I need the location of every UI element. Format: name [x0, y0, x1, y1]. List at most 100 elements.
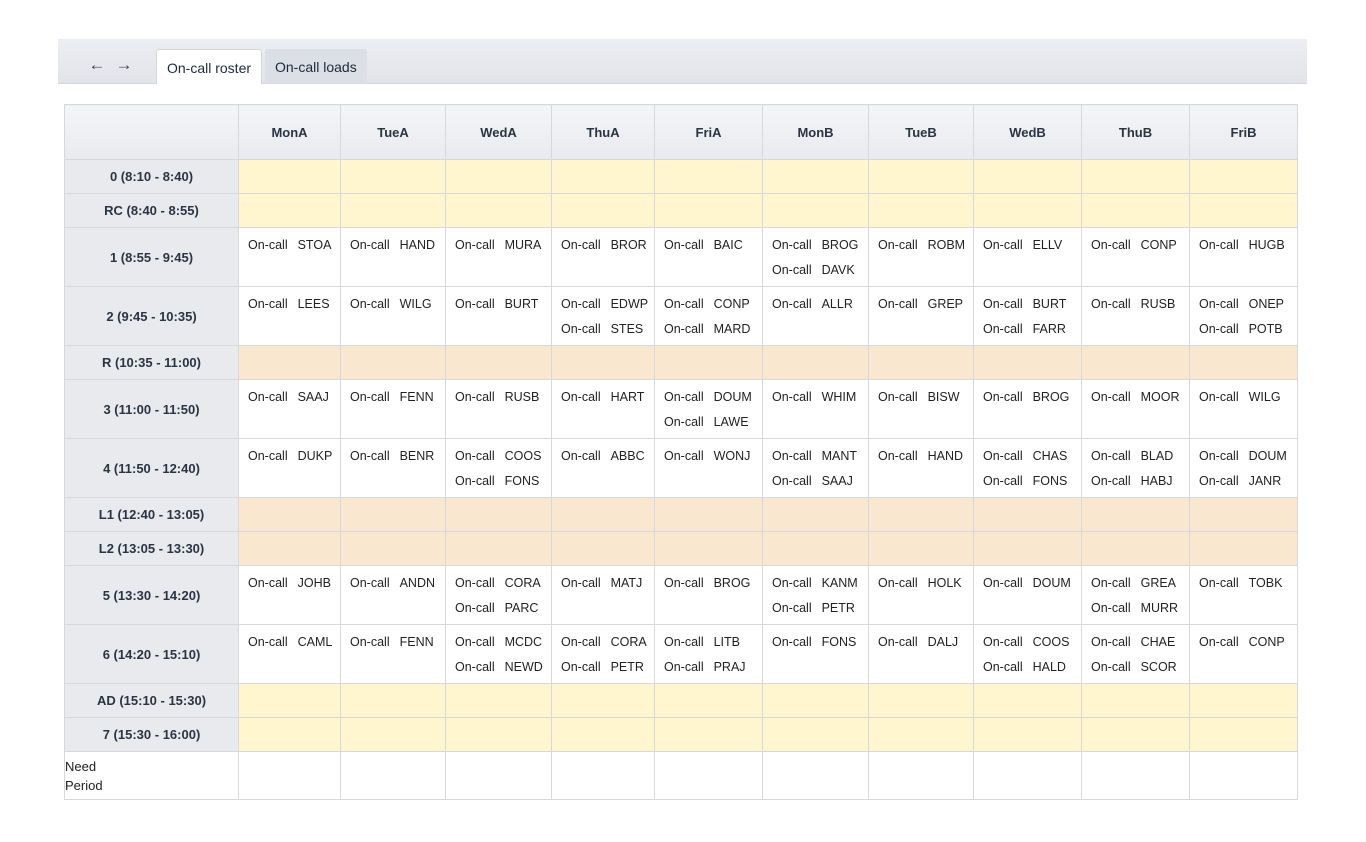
- on-call-entry[interactable]: On-call ABBC: [552, 443, 654, 468]
- roster-cell[interactable]: [1081, 717, 1190, 752]
- on-call-entry[interactable]: On-call HALD: [974, 654, 1081, 679]
- roster-cell[interactable]: On-call JOHB: [238, 565, 341, 625]
- on-call-entry[interactable]: On-call SAAJ: [763, 468, 868, 493]
- roster-cell[interactable]: [1081, 497, 1190, 532]
- roster-cell[interactable]: [1081, 683, 1190, 718]
- roster-cell[interactable]: On-call BISW: [868, 379, 974, 439]
- on-call-entry[interactable]: On-call BROG: [974, 384, 1081, 409]
- on-call-entry[interactable]: On-call CORA: [552, 629, 654, 654]
- on-call-entry[interactable]: On-call BLAD: [1082, 443, 1189, 468]
- roster-cell[interactable]: [973, 717, 1082, 752]
- on-call-entry[interactable]: On-call FARR: [974, 316, 1081, 341]
- roster-cell[interactable]: [340, 345, 446, 380]
- roster-cell[interactable]: On-call WHIM: [762, 379, 869, 439]
- roster-cell[interactable]: On-call CAML: [238, 624, 341, 684]
- roster-cell[interactable]: [1189, 497, 1298, 532]
- roster-cell[interactable]: [1081, 531, 1190, 566]
- roster-cell[interactable]: On-call ALLR: [762, 286, 869, 346]
- roster-cell[interactable]: [238, 497, 341, 532]
- roster-cell[interactable]: On-call BROR: [551, 227, 655, 287]
- roster-cell[interactable]: [238, 345, 341, 380]
- roster-cell[interactable]: On-call FONS: [762, 624, 869, 684]
- roster-cell[interactable]: On-call CONP On-call MARD: [654, 286, 763, 346]
- need-cell[interactable]: [973, 751, 1082, 800]
- roster-cell[interactable]: [1189, 683, 1298, 718]
- on-call-entry[interactable]: On-call ONEP: [1190, 291, 1297, 316]
- roster-cell[interactable]: On-call CHAE On-call SCOR: [1081, 624, 1190, 684]
- roster-cell[interactable]: On-call KANM On-call PETR: [762, 565, 869, 625]
- roster-cell[interactable]: [973, 193, 1082, 228]
- on-call-entry[interactable]: On-call FONS: [763, 629, 868, 654]
- roster-cell[interactable]: [340, 193, 446, 228]
- roster-cell[interactable]: [654, 193, 763, 228]
- roster-cell[interactable]: [973, 683, 1082, 718]
- on-call-entry[interactable]: On-call MANT: [763, 443, 868, 468]
- roster-cell[interactable]: [340, 531, 446, 566]
- roster-cell[interactable]: On-call SAAJ: [238, 379, 341, 439]
- on-call-entry[interactable]: On-call FENN: [341, 384, 445, 409]
- on-call-entry[interactable]: On-call ELLV: [974, 232, 1081, 257]
- on-call-entry[interactable]: On-call NEWD: [446, 654, 551, 679]
- roster-cell[interactable]: On-call CHAS On-call FONS: [973, 438, 1082, 498]
- need-cell[interactable]: [238, 751, 341, 800]
- need-cell[interactable]: [654, 751, 763, 800]
- roster-cell[interactable]: On-call LITB On-call PRAJ: [654, 624, 763, 684]
- roster-cell[interactable]: On-call CORA On-call PETR: [551, 624, 655, 684]
- roster-cell[interactable]: [762, 683, 869, 718]
- roster-cell[interactable]: [973, 159, 1082, 194]
- roster-cell[interactable]: [654, 345, 763, 380]
- on-call-entry[interactable]: On-call WILG: [341, 291, 445, 316]
- roster-cell[interactable]: On-call RUSB: [1081, 286, 1190, 346]
- roster-cell[interactable]: [238, 159, 341, 194]
- on-call-entry[interactable]: On-call EDWP: [552, 291, 654, 316]
- roster-cell[interactable]: [1189, 717, 1298, 752]
- forward-arrow-icon[interactable]: →: [114, 55, 134, 75]
- roster-cell[interactable]: On-call BROG: [973, 379, 1082, 439]
- roster-cell[interactable]: On-call CONP: [1189, 624, 1298, 684]
- on-call-entry[interactable]: On-call CONP: [1190, 629, 1297, 654]
- on-call-entry[interactable]: On-call DALJ: [869, 629, 973, 654]
- roster-cell[interactable]: On-call GREP: [868, 286, 974, 346]
- roster-cell[interactable]: On-call CORA On-call PARC: [445, 565, 552, 625]
- on-call-entry[interactable]: On-call DAVK: [763, 257, 868, 282]
- need-cell[interactable]: [1189, 751, 1298, 800]
- on-call-entry[interactable]: On-call MCDC: [446, 629, 551, 654]
- need-cell[interactable]: [762, 751, 869, 800]
- on-call-entry[interactable]: On-call CORA: [446, 570, 551, 595]
- on-call-entry[interactable]: On-call LEES: [239, 291, 340, 316]
- on-call-entry[interactable]: On-call HAND: [341, 232, 445, 257]
- on-call-entry[interactable]: On-call WONJ: [655, 443, 762, 468]
- on-call-entry[interactable]: On-call CONP: [1082, 232, 1189, 257]
- on-call-entry[interactable]: On-call HAND: [869, 443, 973, 468]
- on-call-entry[interactable]: On-call RUSB: [1082, 291, 1189, 316]
- on-call-entry[interactable]: On-call STES: [552, 316, 654, 341]
- on-call-entry[interactable]: On-call SAAJ: [239, 384, 340, 409]
- on-call-entry[interactable]: On-call TOBK: [1190, 570, 1297, 595]
- roster-cell[interactable]: On-call ONEP On-call POTB: [1189, 286, 1298, 346]
- roster-cell[interactable]: On-call BAIC: [654, 227, 763, 287]
- roster-cell[interactable]: [762, 193, 869, 228]
- roster-cell[interactable]: On-call FENN: [340, 379, 446, 439]
- on-call-entry[interactable]: On-call JOHB: [239, 570, 340, 595]
- roster-cell[interactable]: [868, 345, 974, 380]
- on-call-entry[interactable]: On-call BURT: [446, 291, 551, 316]
- on-call-entry[interactable]: On-call MARD: [655, 316, 762, 341]
- roster-cell[interactable]: [654, 497, 763, 532]
- roster-cell[interactable]: On-call MATJ: [551, 565, 655, 625]
- on-call-entry[interactable]: On-call COOS: [974, 629, 1081, 654]
- roster-cell[interactable]: On-call STOA: [238, 227, 341, 287]
- on-call-entry[interactable]: On-call PRAJ: [655, 654, 762, 679]
- on-call-entry[interactable]: On-call HART: [552, 384, 654, 409]
- roster-cell[interactable]: [445, 717, 552, 752]
- on-call-entry[interactable]: On-call BENR: [341, 443, 445, 468]
- roster-cell[interactable]: [654, 717, 763, 752]
- roster-cell[interactable]: [1081, 193, 1190, 228]
- roster-cell[interactable]: On-call BENR: [340, 438, 446, 498]
- roster-cell[interactable]: On-call DOUM On-call JANR: [1189, 438, 1298, 498]
- roster-cell[interactable]: On-call BURT: [445, 286, 552, 346]
- roster-cell[interactable]: On-call WONJ: [654, 438, 763, 498]
- roster-cell[interactable]: [1189, 159, 1298, 194]
- roster-cell[interactable]: [551, 159, 655, 194]
- roster-cell[interactable]: [654, 683, 763, 718]
- roster-cell[interactable]: [340, 497, 446, 532]
